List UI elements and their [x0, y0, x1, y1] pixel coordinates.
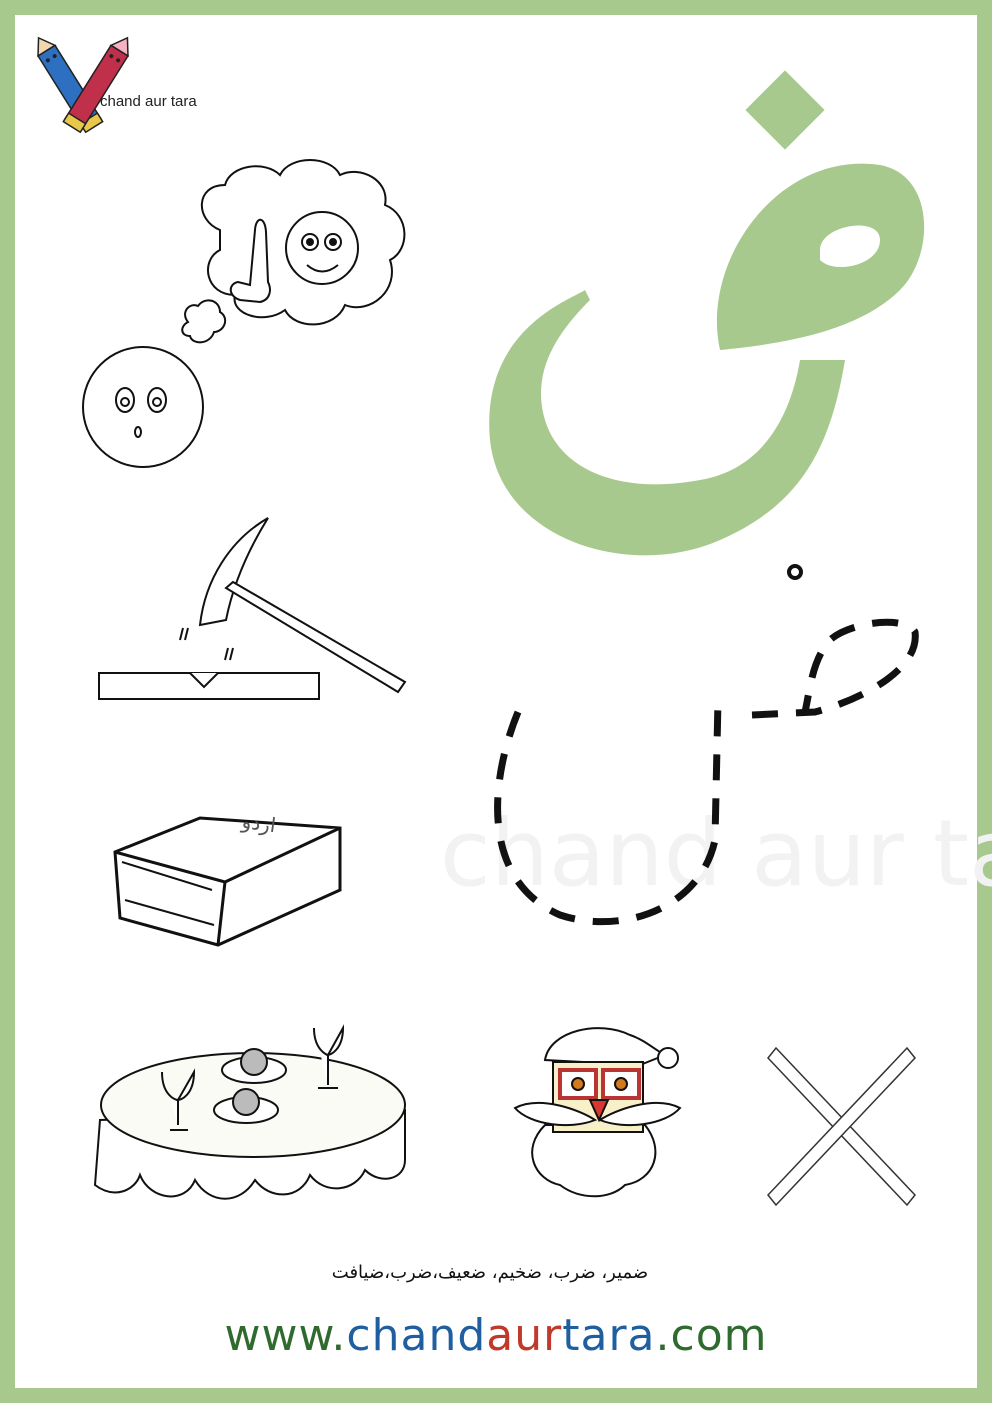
santa-face-icon — [513, 1027, 682, 1198]
letter-zwad-solid — [489, 70, 925, 556]
worksheet-art: اردو — [82, 70, 925, 1207]
letter-zwad-dashed — [494, 564, 919, 926]
book-label: اردو — [240, 809, 278, 838]
website-part-chand: chand — [346, 1310, 487, 1361]
cross-icon — [767, 1046, 916, 1207]
website-part-tara: tara — [562, 1310, 656, 1361]
dining-table-icon — [93, 1024, 406, 1200]
website-suffix: .com — [655, 1310, 768, 1361]
pickaxe-icon — [98, 517, 407, 700]
round-face-icon — [82, 346, 204, 468]
book-icon — [113, 816, 342, 947]
website-prefix: www. — [224, 1310, 347, 1361]
website-link[interactable]: www.chandaurtara.com — [0, 1310, 992, 1361]
website-part-aur: aur — [486, 1310, 563, 1361]
thinking-cloud-icon — [181, 159, 406, 344]
example-words: ضمیر، ضرب، ضخیم، ضعیف،ضرب،ضیافت — [331, 1262, 649, 1283]
